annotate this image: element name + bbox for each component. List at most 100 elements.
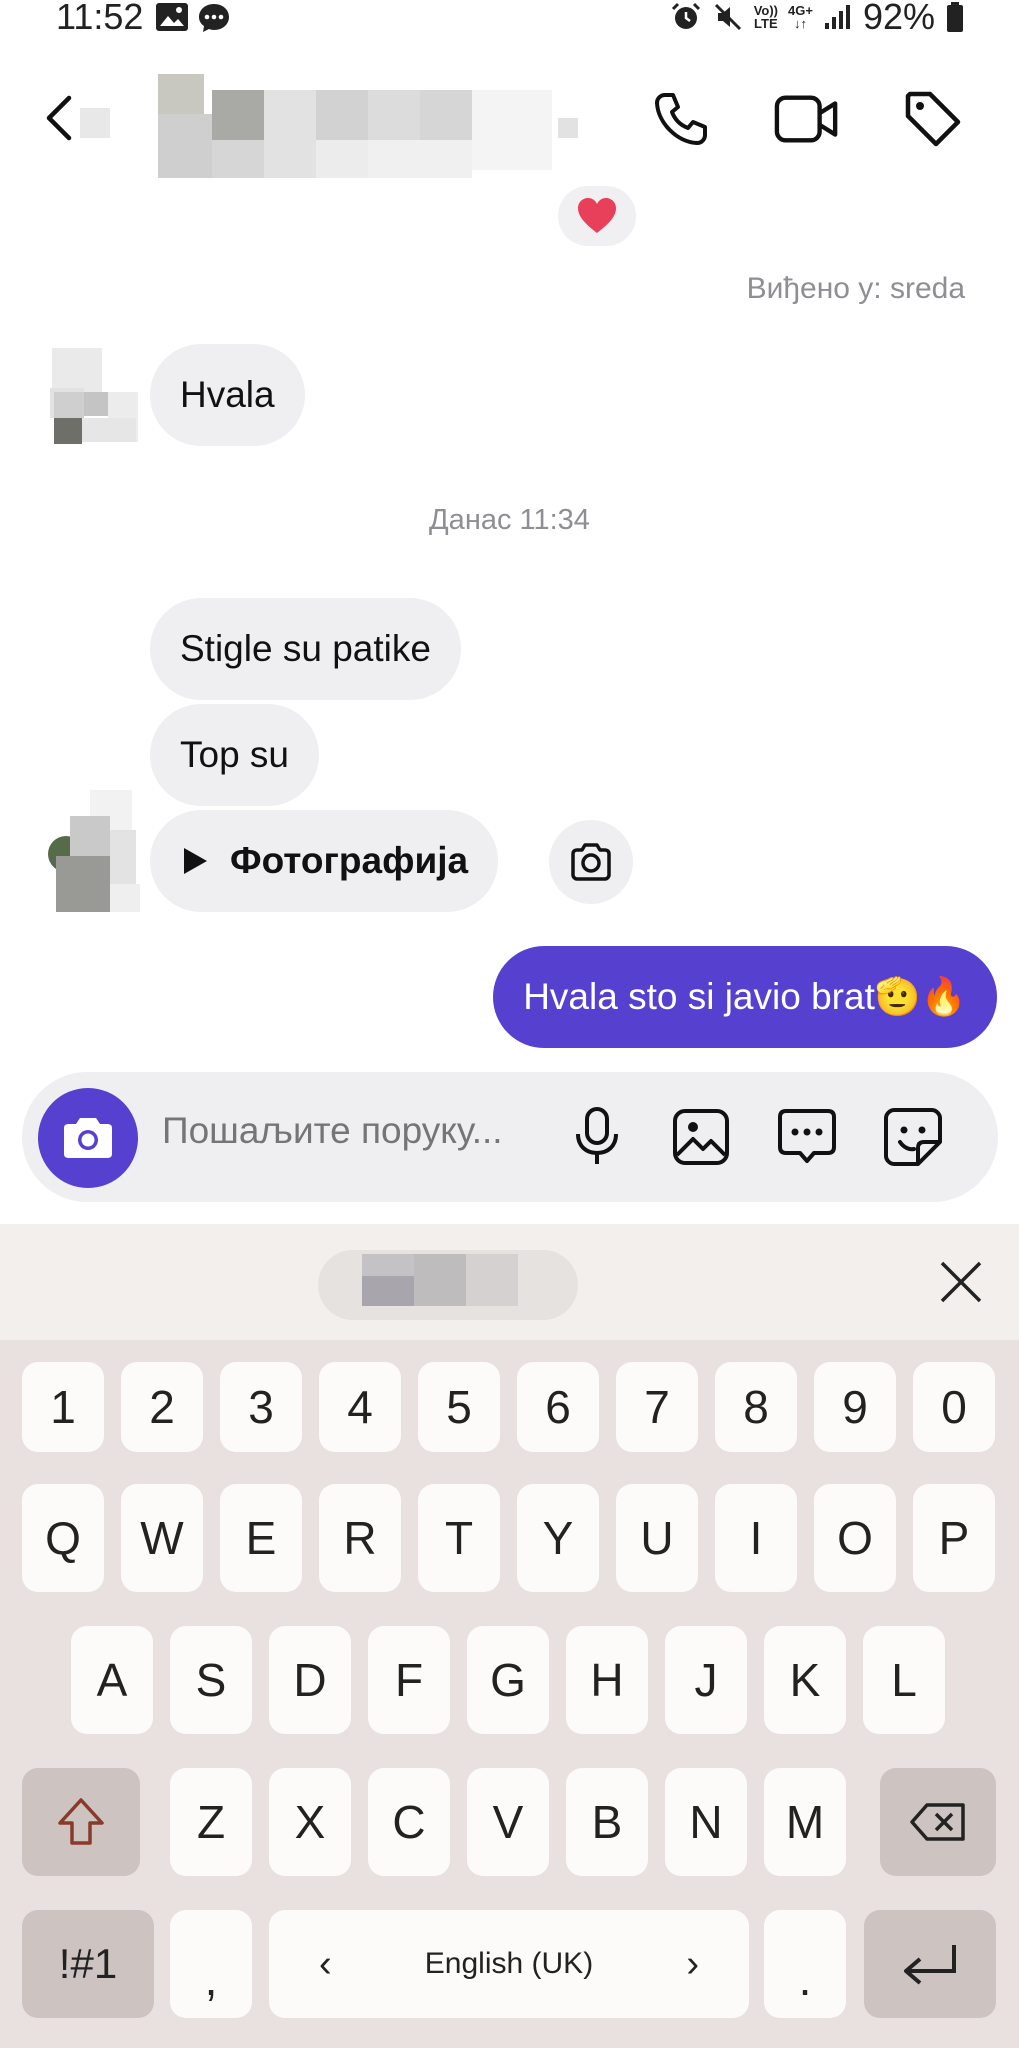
- key[interactable]: K: [764, 1626, 846, 1734]
- key[interactable]: G: [467, 1626, 549, 1734]
- play-icon: [184, 848, 207, 874]
- shift-key[interactable]: [22, 1768, 140, 1876]
- close-suggestion-button[interactable]: [933, 1254, 989, 1310]
- camera-icon: [64, 1118, 112, 1158]
- microphone-icon: [576, 1107, 618, 1164]
- period-key[interactable]: .: [764, 1910, 846, 2018]
- status-time: 11:52: [56, 0, 144, 37]
- battery-percent: 92%: [862, 0, 935, 37]
- space-key[interactable]: ‹ English (UK) ›: [269, 1910, 749, 2018]
- composer-camera-button[interactable]: [38, 1088, 138, 1188]
- network-indicator: 4G+ ↓↑: [788, 3, 813, 31]
- key[interactable]: 2: [121, 1362, 203, 1452]
- key[interactable]: X: [269, 1768, 351, 1876]
- key[interactable]: C: [368, 1768, 450, 1876]
- backspace-icon: [910, 1803, 965, 1841]
- backspace-key[interactable]: [880, 1768, 996, 1876]
- key[interactable]: 7: [616, 1362, 698, 1452]
- chevron-left-icon: [46, 95, 72, 141]
- sticker-button[interactable]: [878, 1102, 948, 1172]
- key[interactable]: 6: [517, 1362, 599, 1452]
- contact-name-redacted[interactable]: [80, 74, 640, 178]
- chat-header: [0, 60, 1019, 180]
- key[interactable]: S: [170, 1626, 252, 1734]
- key[interactable]: H: [566, 1626, 648, 1734]
- gallery-notification-icon: [156, 3, 188, 31]
- gallery-button[interactable]: [666, 1102, 736, 1172]
- volte-indicator: Vo)) LTE: [753, 3, 778, 31]
- key[interactable]: Y: [517, 1484, 599, 1592]
- camera-icon: [571, 843, 611, 881]
- symbols-key[interactable]: !#1: [22, 1910, 154, 2018]
- quick-reply-button[interactable]: [772, 1102, 842, 1172]
- tag-button[interactable]: [900, 86, 966, 152]
- comma-key[interactable]: ,: [170, 1910, 252, 2018]
- video-call-button[interactable]: [774, 86, 840, 152]
- message-composer: [22, 1072, 998, 1202]
- key[interactable]: Z: [170, 1768, 252, 1876]
- avatar[interactable]: [40, 790, 150, 912]
- message-text: Hvala sto si javio brat🫡🔥: [523, 975, 967, 1017]
- message-bubble-outgoing[interactable]: Hvala sto si javio brat🫡🔥: [493, 946, 997, 1048]
- photo-message-bubble[interactable]: Фотографија: [150, 810, 499, 912]
- video-camera-icon: [774, 95, 838, 143]
- message-text: Stigle su patike: [180, 628, 431, 669]
- mute-icon: [714, 3, 741, 31]
- phone-icon: [655, 93, 707, 145]
- key[interactable]: 9: [814, 1362, 896, 1452]
- status-bar: 11:52 Vo)) LTE 4G+ ↓↑ 92%: [0, 0, 1019, 40]
- key[interactable]: V: [467, 1768, 549, 1876]
- key[interactable]: J: [665, 1626, 747, 1734]
- image-icon: [673, 1109, 729, 1165]
- enter-icon: [904, 1945, 956, 1985]
- key[interactable]: R: [319, 1484, 401, 1592]
- key[interactable]: 8: [715, 1362, 797, 1452]
- voice-message-button[interactable]: [562, 1102, 632, 1172]
- sticker-icon: [884, 1108, 942, 1166]
- camera-reply-button[interactable]: [549, 820, 633, 904]
- key[interactable]: Q: [22, 1484, 104, 1592]
- message-notification-icon: [199, 4, 229, 32]
- enter-key[interactable]: [864, 1910, 996, 2018]
- key[interactable]: D: [269, 1626, 351, 1734]
- message-bubble-incoming[interactable]: Stigle su patike: [150, 598, 461, 700]
- back-button[interactable]: [38, 90, 78, 146]
- key[interactable]: E: [220, 1484, 302, 1592]
- key[interactable]: 1: [22, 1362, 104, 1452]
- close-icon: [940, 1261, 982, 1303]
- date-separator: Данас 11:34: [429, 504, 590, 536]
- key[interactable]: T: [418, 1484, 500, 1592]
- keyboard: 1 2 3 4 5 6 7 8 9 0 Q W E R T Y U I O P …: [0, 1340, 1019, 2048]
- key[interactable]: O: [814, 1484, 896, 1592]
- heart-reaction[interactable]: [558, 186, 636, 246]
- alarm-icon: [671, 2, 700, 29]
- shift-arrow-icon: [58, 1798, 104, 1845]
- key[interactable]: P: [913, 1484, 995, 1592]
- heart-icon: [578, 198, 616, 233]
- photo-label: Фотографија: [230, 840, 469, 881]
- key[interactable]: F: [368, 1626, 450, 1734]
- call-button[interactable]: [648, 86, 714, 152]
- key[interactable]: 3: [220, 1362, 302, 1452]
- key[interactable]: 4: [319, 1362, 401, 1452]
- chat-dots-icon: [778, 1109, 836, 1163]
- key[interactable]: N: [665, 1768, 747, 1876]
- signal-icon: [824, 5, 850, 29]
- suggestion-redacted[interactable]: [318, 1242, 578, 1324]
- message-input[interactable]: [162, 1110, 562, 1152]
- key[interactable]: U: [616, 1484, 698, 1592]
- message-bubble-incoming[interactable]: Hvala: [150, 344, 305, 446]
- message-bubble-incoming[interactable]: Top su: [150, 704, 320, 806]
- message-text: Top su: [180, 734, 290, 775]
- key[interactable]: W: [121, 1484, 203, 1592]
- key[interactable]: M: [764, 1768, 846, 1876]
- status-icons: Vo)) LTE 4G+ ↓↑ 92%: [670, 0, 965, 38]
- key[interactable]: 5: [418, 1362, 500, 1452]
- key[interactable]: B: [566, 1768, 648, 1876]
- key[interactable]: L: [863, 1626, 945, 1734]
- tag-icon: [905, 91, 961, 147]
- avatar[interactable]: [30, 340, 140, 450]
- key[interactable]: A: [71, 1626, 153, 1734]
- key[interactable]: I: [715, 1484, 797, 1592]
- key[interactable]: 0: [913, 1362, 995, 1452]
